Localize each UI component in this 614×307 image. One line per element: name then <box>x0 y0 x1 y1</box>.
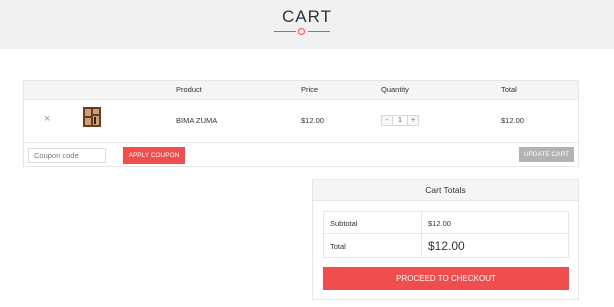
title-ornament <box>274 28 330 36</box>
column-header-quantity: Quantity <box>381 85 409 94</box>
subtotal-label: Subtotal <box>330 219 358 228</box>
column-header-total: Total <box>501 85 517 94</box>
update-cart-button[interactable]: UPDATE CART <box>519 147 574 162</box>
product-price: $12.00 <box>301 116 324 125</box>
quantity-input[interactable]: 1 <box>393 115 407 126</box>
apply-coupon-button[interactable]: APPLY COUPON <box>123 147 185 164</box>
proceed-to-checkout-button[interactable]: PROCEED TO CHECKOUT <box>323 267 569 290</box>
coupon-code-input[interactable] <box>28 148 106 163</box>
ornament-line-right <box>308 31 330 32</box>
cart-table-header: Product Price Quantity Total <box>24 81 578 100</box>
column-header-product: Product <box>176 85 202 94</box>
cart-totals-title: Cart Totals <box>313 180 578 201</box>
page-title: CART <box>282 7 332 26</box>
totals-divider-vertical <box>421 212 422 257</box>
cart-totals-panel: Cart Totals Subtotal $12.00 Total $12.00… <box>312 179 579 300</box>
quantity-decrease-button[interactable]: - <box>381 115 393 126</box>
bookshelf-icon[interactable] <box>81 106 103 128</box>
cart-totals-table: Subtotal $12.00 Total $12.00 <box>323 211 569 258</box>
cart-item-row: × BIMA ZUMA $12.00 - 1 + $12.00 <box>24 100 578 143</box>
column-header-price: Price <box>301 85 319 94</box>
product-name-link[interactable]: BIMA ZUMA <box>176 116 217 125</box>
quantity-increase-button[interactable]: + <box>407 115 419 126</box>
product-line-total: $12.00 <box>501 116 524 125</box>
ornament-line-left <box>274 31 296 32</box>
ornament-ring-icon <box>298 28 305 35</box>
total-value: $12.00 <box>428 239 465 253</box>
page-header: CART <box>0 0 614 49</box>
remove-item-icon[interactable]: × <box>44 113 50 125</box>
totals-divider-horizontal <box>324 233 568 234</box>
quantity-stepper[interactable]: - 1 + <box>381 115 419 126</box>
subtotal-value: $12.00 <box>428 219 451 228</box>
cart-table: Product Price Quantity Total × BIMA ZUMA… <box>23 80 579 167</box>
total-label: Total <box>330 242 346 251</box>
